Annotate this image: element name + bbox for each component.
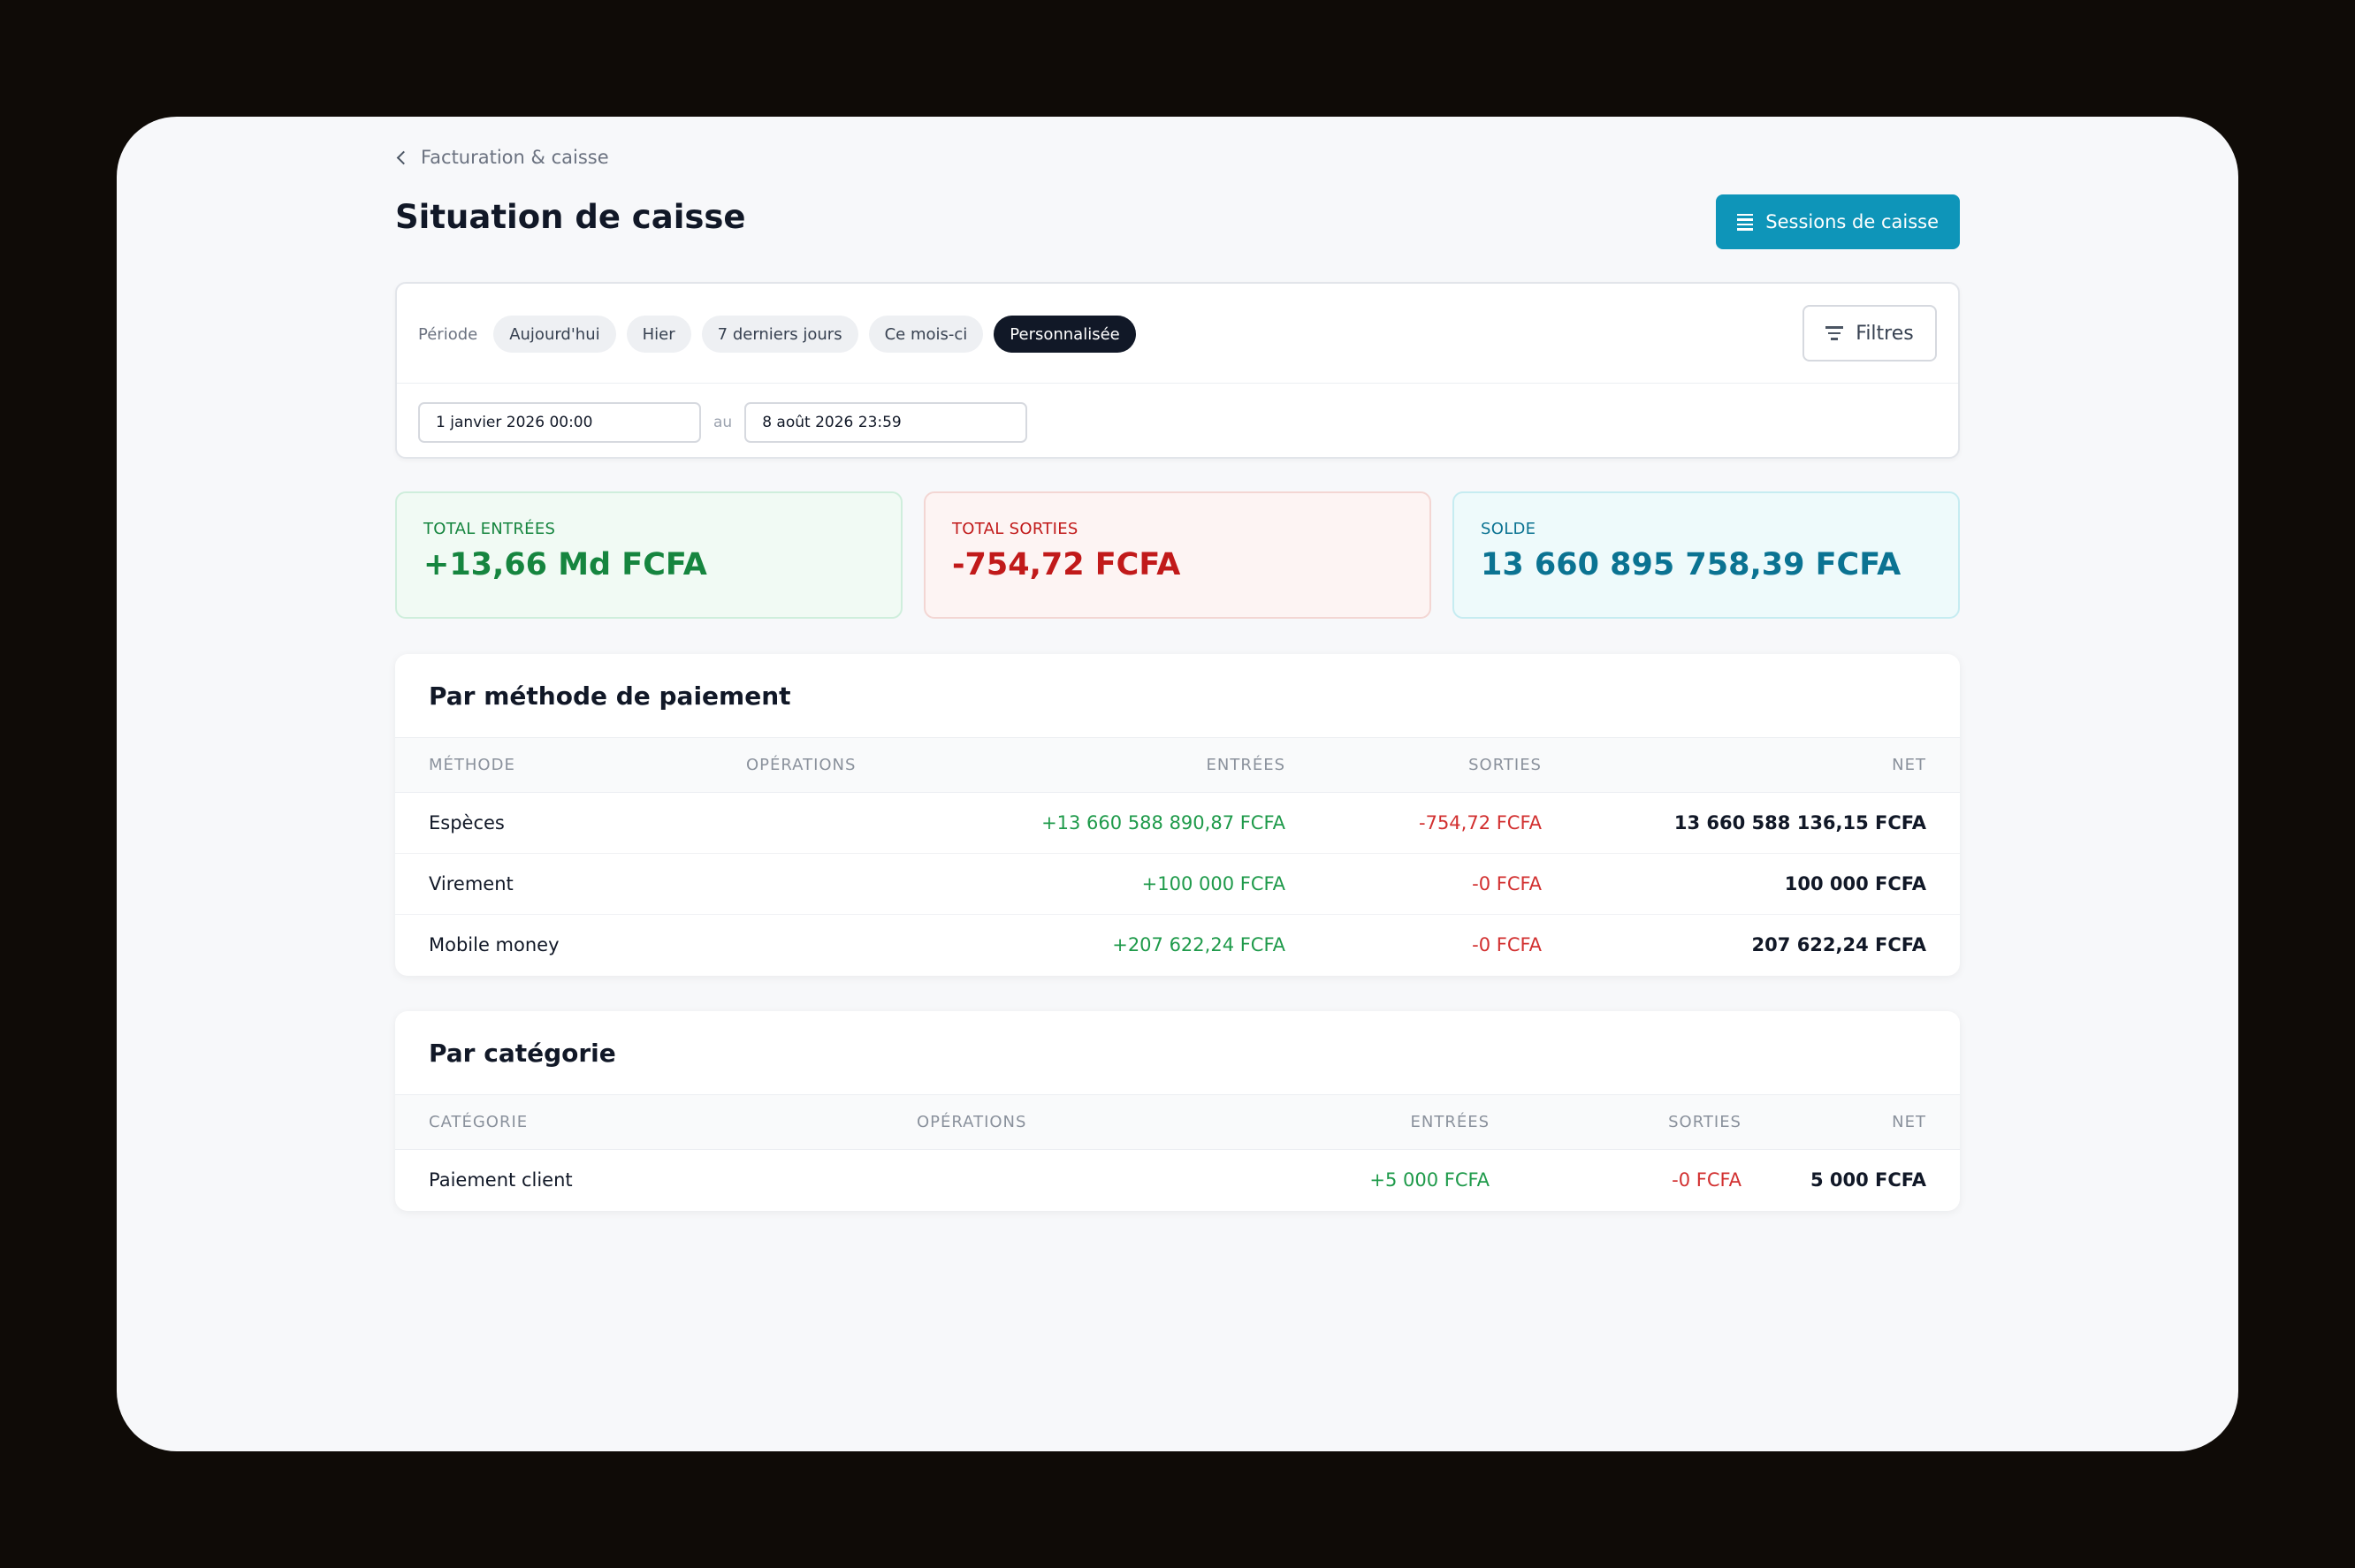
total-in-card: TOTAL ENTRÉES +13,66 Md FCFA <box>395 491 903 619</box>
cell-out: -0 FCFA <box>1672 1169 1741 1191</box>
cell-in: +5 000 FCFA <box>1369 1169 1490 1191</box>
page-title: Situation de caisse <box>395 198 746 236</box>
total-in-value: +13,66 Md FCFA <box>423 547 707 582</box>
cell-method: Mobile money <box>429 934 560 956</box>
chevron-left-icon[interactable] <box>396 150 411 164</box>
period-chip-custom[interactable]: Personnalisée <box>994 316 1136 353</box>
cell-operations <box>917 1150 1224 1211</box>
cell-method: Espèces <box>429 812 505 833</box>
period-selector: Période Aujourd'hui Hier 7 derniers jour… <box>418 316 1136 353</box>
category-card: Par catégorie CATÉGORIE OPÉRATIONS ENTRÉ… <box>395 1011 1960 1211</box>
period-chip-yesterday[interactable]: Hier <box>626 316 691 353</box>
app-window: Facturation & caisse Situation de caisse… <box>117 117 2238 1451</box>
column-header-net: NET <box>1892 1113 1926 1131</box>
payment-method-title: Par méthode de paiement <box>429 681 791 711</box>
cell-method: Virement <box>429 873 514 894</box>
column-header-operations: OPÉRATIONS <box>746 756 857 774</box>
column-header-net: NET <box>1892 756 1926 774</box>
payment-method-card: Par méthode de paiement MÉTHODE OPÉRATIO… <box>395 654 1960 976</box>
cell-operations <box>746 793 1038 854</box>
table-header-row: MÉTHODE OPÉRATIONS ENTRÉES SORTIES NET <box>395 737 1960 793</box>
category-title: Par catégorie <box>429 1038 616 1068</box>
balance-label: SOLDE <box>1481 520 1536 538</box>
divider <box>397 383 1958 384</box>
filters-button-label: Filtres <box>1856 322 1914 345</box>
table-row: Mobile money +207 622,24 FCFA -0 FCFA 20… <box>395 915 1960 976</box>
period-chip-this-month[interactable]: Ce mois-ci <box>868 316 984 353</box>
period-chip-today[interactable]: Aujourd'hui <box>493 316 616 353</box>
period-chip-last-7-days[interactable]: 7 derniers jours <box>701 316 858 353</box>
filter-icon <box>1825 326 1844 340</box>
cell-out: -0 FCFA <box>1472 934 1542 956</box>
balance-value: 13 660 895 758,39 FCFA <box>1481 547 1902 582</box>
column-header-method: MÉTHODE <box>429 756 515 774</box>
cell-out: -0 FCFA <box>1472 873 1542 894</box>
cell-net: 207 622,24 FCFA <box>1751 934 1926 956</box>
total-out-card: TOTAL SORTIES -754,72 FCFA <box>924 491 1431 619</box>
cell-out: -754,72 FCFA <box>1419 812 1542 833</box>
filter-card: Période Aujourd'hui Hier 7 derniers jour… <box>395 282 1960 459</box>
sessions-button-label: Sessions de caisse <box>1765 211 1939 232</box>
column-header-category: CATÉGORIE <box>429 1113 529 1131</box>
table-row: Paiement client +5 000 FCFA -0 FCFA 5 00… <box>395 1150 1960 1211</box>
period-label: Période <box>418 324 478 344</box>
cell-in: +100 000 FCFA <box>1141 873 1285 894</box>
cell-category: Paiement client <box>429 1169 573 1191</box>
total-out-value: -754,72 FCFA <box>952 547 1181 582</box>
date-to-input[interactable] <box>744 402 1028 443</box>
filters-button[interactable]: Filtres <box>1802 305 1937 362</box>
table-row: Espèces +13 660 588 890,87 FCFA -754,72 … <box>395 793 1960 854</box>
date-from-input[interactable] <box>418 402 701 443</box>
cell-in: +207 622,24 FCFA <box>1112 934 1285 956</box>
column-header-out: SORTIES <box>1668 1113 1741 1131</box>
cell-operations <box>746 915 1038 976</box>
table-row: Virement +100 000 FCFA -0 FCFA 100 000 F… <box>395 854 1960 915</box>
column-header-out: SORTIES <box>1468 756 1542 774</box>
payment-method-table: MÉTHODE OPÉRATIONS ENTRÉES SORTIES NET E… <box>395 737 1960 976</box>
total-in-label: TOTAL ENTRÉES <box>423 520 556 538</box>
table-header-row: CATÉGORIE OPÉRATIONS ENTRÉES SORTIES NET <box>395 1094 1960 1150</box>
list-icon <box>1737 213 1754 231</box>
date-range: au <box>418 402 1028 443</box>
column-header-in: ENTRÉES <box>1206 756 1285 774</box>
cell-operations <box>746 854 1038 915</box>
total-out-label: TOTAL SORTIES <box>952 520 1078 538</box>
cell-net: 5 000 FCFA <box>1810 1169 1926 1191</box>
sessions-button[interactable]: Sessions de caisse <box>1716 194 1960 249</box>
date-separator: au <box>713 414 733 431</box>
cell-net: 13 660 588 136,15 FCFA <box>1673 812 1926 833</box>
cell-in: +13 660 588 890,87 FCFA <box>1041 812 1285 833</box>
category-table: CATÉGORIE OPÉRATIONS ENTRÉES SORTIES NET… <box>395 1094 1960 1211</box>
balance-card: SOLDE 13 660 895 758,39 FCFA <box>1452 491 1960 619</box>
column-header-operations: OPÉRATIONS <box>917 1113 1027 1131</box>
breadcrumb[interactable]: Facturation & caisse <box>395 147 609 168</box>
breadcrumb-label[interactable]: Facturation & caisse <box>421 147 609 168</box>
cell-net: 100 000 FCFA <box>1784 873 1926 894</box>
column-header-in: ENTRÉES <box>1410 1113 1490 1131</box>
